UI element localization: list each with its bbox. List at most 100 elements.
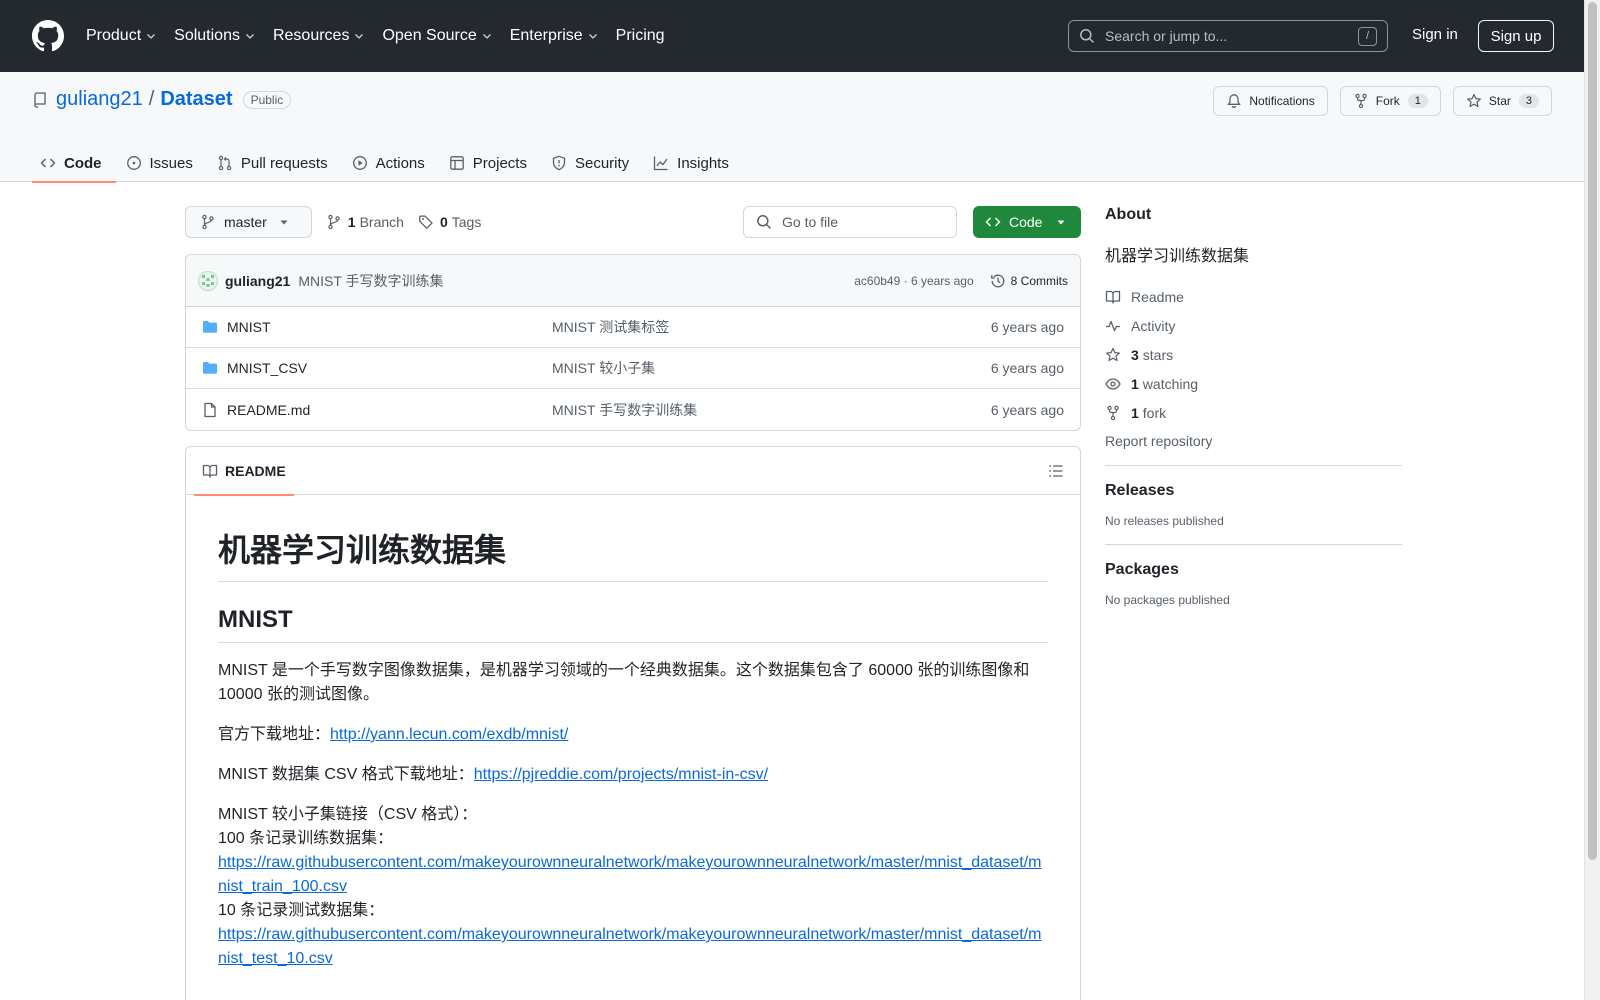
star-icon — [1466, 93, 1481, 108]
play-icon — [352, 156, 367, 170]
star-icon — [1106, 347, 1120, 361]
repo-name-link[interactable]: Dataset — [160, 88, 232, 111]
tags-link[interactable]: 0 Tags — [418, 214, 481, 230]
chevron-down-icon — [588, 34, 597, 39]
folder-icon — [203, 362, 217, 374]
tab-security[interactable]: Security — [543, 144, 643, 182]
branch-icon — [328, 214, 340, 230]
packages-empty-text: No packages published — [1105, 593, 1230, 607]
repo-description: 机器学习训练数据集 — [1105, 248, 1250, 265]
test-10-link[interactable]: https://raw.githubusercontent.com/makeyo… — [218, 926, 1042, 967]
official-download-link[interactable]: http://yann.lecun.com/exdb/mnist/ — [330, 726, 568, 743]
sign-in-link[interactable]: Sign in — [1412, 26, 1458, 43]
search-shortcut-key: / — [1358, 26, 1377, 46]
notifications-button[interactable]: Notifications — [1213, 86, 1328, 116]
file-row[interactable]: MNIST MNIST 测试集标签 6 years ago — [186, 307, 1080, 348]
readme-content: 机器学习训练数据集 MNIST MNIST 是一个手写数字图像数据集，是机器学习… — [186, 495, 1080, 1000]
bell-icon — [1227, 94, 1242, 109]
file-commit-message[interactable]: MNIST 测试集标签 — [552, 317, 991, 337]
commits-history-link[interactable]: 8 Commits — [990, 273, 1068, 289]
tab-actions[interactable]: Actions — [344, 144, 439, 182]
readme-tab[interactable]: README — [194, 447, 294, 496]
search-placeholder: Search or jump to... — [1105, 28, 1228, 44]
graph-icon — [654, 156, 668, 171]
outline-list-icon[interactable] — [1048, 463, 1064, 479]
issue-icon — [126, 156, 141, 170]
stars-link[interactable]: 3 stars — [1105, 340, 1402, 369]
file-row[interactable]: MNIST_CSV MNIST 较小子集 6 years ago — [186, 348, 1080, 389]
tab-issues[interactable]: Issues — [118, 144, 207, 182]
tab-projects[interactable]: Projects — [441, 144, 541, 182]
nav-product[interactable]: Product — [86, 18, 157, 54]
repo-separator: / — [148, 88, 155, 110]
report-repository-link[interactable]: Report repository — [1105, 433, 1402, 449]
repo-actions: Notifications Fork 1 Star 3 — [1213, 86, 1552, 116]
chevron-down-icon — [147, 34, 156, 39]
watchers-link[interactable]: 1 watching — [1105, 369, 1402, 398]
file-age: 6 years ago — [990, 360, 1064, 376]
github-logo-icon[interactable] — [32, 20, 64, 52]
file-commit-message[interactable]: MNIST 手写数字训练集 — [552, 400, 991, 420]
star-count: 3 — [1518, 94, 1539, 108]
table-icon — [449, 156, 464, 170]
global-header: Product Solutions Resources Open Source … — [0, 0, 1600, 72]
readme-section-heading: MNIST — [218, 606, 1048, 643]
global-search-input[interactable]: Search or jump to... / — [1068, 20, 1388, 52]
readme-header: README — [186, 447, 1080, 496]
tab-pull-requests[interactable]: Pull requests — [209, 144, 342, 182]
branch-icon — [202, 214, 214, 230]
fork-button[interactable]: Fork 1 — [1339, 86, 1441, 116]
file-name-link[interactable]: MNIST_CSV — [227, 360, 552, 376]
nav-pricing[interactable]: Pricing — [616, 18, 665, 54]
file-age: 6 years ago — [990, 319, 1064, 335]
history-icon — [990, 274, 1005, 287]
file-icon — [204, 402, 216, 417]
readme-link[interactable]: Readme — [1105, 282, 1402, 311]
nav-resources[interactable]: Resources — [273, 18, 365, 54]
commit-hash-age[interactable]: ac60b49 · 6 years ago — [854, 274, 973, 288]
nav-open-source[interactable]: Open Source — [382, 18, 492, 54]
about-heading: About — [1105, 206, 1152, 223]
caret-down-icon — [1057, 220, 1065, 225]
nav-solutions[interactable]: Solutions — [174, 18, 256, 54]
fork-icon — [1107, 405, 1119, 420]
branch-selector-button[interactable]: master — [185, 206, 312, 238]
readme-panel: README 机器学习训练数据集 MNIST MNIST 是一个手写数字图像数据… — [185, 446, 1081, 1000]
forks-link[interactable]: 1 fork — [1105, 398, 1402, 427]
csv-download-link[interactable]: https://pjreddie.com/projects/mnist-in-c… — [474, 766, 768, 783]
sign-up-button[interactable]: Sign up — [1478, 20, 1554, 52]
releases-empty-text: No releases published — [1105, 514, 1224, 528]
star-button[interactable]: Star 3 — [1452, 86, 1552, 116]
page-scrollbar-thumb[interactable] — [1588, 2, 1597, 860]
main-content: master 1 Branch 0 Tags Go to file Code g… — [185, 206, 1081, 1000]
releases-heading[interactable]: Releases — [1105, 482, 1402, 500]
file-navigation: master 1 Branch 0 Tags Go to file Code — [185, 206, 1081, 238]
repo-tabs: Code Issues Pull requests Actions Projec… — [32, 144, 745, 183]
nav-enterprise[interactable]: Enterprise — [510, 18, 599, 54]
caret-down-icon — [280, 220, 288, 225]
commit-message-link[interactable]: MNIST 手写数字训练集 — [298, 271, 443, 291]
commit-author-link[interactable]: guliang21 — [225, 273, 290, 289]
tab-code[interactable]: Code — [32, 144, 116, 183]
file-commit-message[interactable]: MNIST 较小子集 — [552, 358, 991, 378]
search-icon — [757, 215, 772, 230]
code-dropdown-button[interactable]: Code — [973, 206, 1081, 238]
go-to-file-input[interactable]: Go to file — [743, 206, 957, 238]
packages-heading[interactable]: Packages — [1105, 561, 1402, 579]
avatar[interactable] — [198, 270, 218, 291]
train-100-link[interactable]: https://raw.githubusercontent.com/makeyo… — [218, 854, 1042, 895]
activity-link[interactable]: Activity — [1105, 311, 1402, 340]
branches-link[interactable]: 1 Branch — [326, 214, 404, 230]
file-name-link[interactable]: MNIST — [227, 319, 552, 335]
repo-owner-link[interactable]: guliang21 — [56, 88, 143, 111]
file-name-link[interactable]: README.md — [227, 402, 552, 418]
sidebar-divider — [1105, 465, 1402, 466]
latest-commit-bar: guliang21 MNIST 手写数字训练集 ac60b49 · 6 year… — [186, 255, 1080, 307]
branch-count: 1 — [347, 214, 356, 230]
chevron-down-icon — [246, 34, 254, 39]
repo-sidebar: About 机器学习训练数据集 Readme Activity 3 stars 1… — [1105, 206, 1402, 607]
tab-insights[interactable]: Insights — [645, 144, 743, 182]
book-icon — [202, 464, 218, 478]
repo-header: guliang21 / Dataset Public Notifications… — [0, 72, 1584, 183]
file-row[interactable]: README.md MNIST 手写数字训练集 6 years ago — [186, 389, 1080, 430]
